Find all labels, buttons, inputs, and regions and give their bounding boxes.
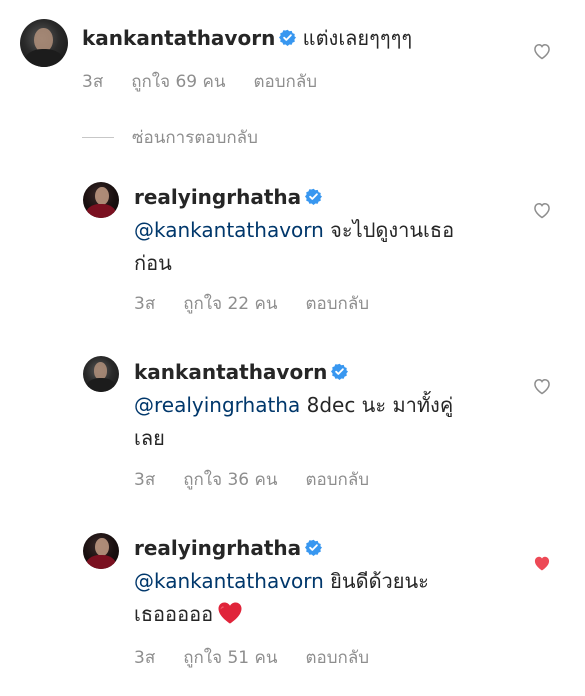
verified-badge-icon <box>331 363 349 380</box>
verified-badge-icon <box>305 188 323 205</box>
verified-badge-icon <box>305 539 323 556</box>
comment-text: realyingrhatha @kankantathavorn ยินดีด้ว… <box>134 532 514 631</box>
like-count[interactable]: ถูกใจ 36 คน <box>183 470 277 490</box>
username[interactable]: kankantathavorn <box>82 26 275 50</box>
reply-button[interactable]: ตอบกลับ <box>253 72 317 92</box>
heart-outline-icon[interactable] <box>532 376 552 396</box>
comment-text: kankantathavorn @realyingrhatha 8dec นะ … <box>134 356 514 455</box>
comment-meta: 3ส ถูกใจ 51 คน ตอบกลับ <box>134 644 397 671</box>
reply-button[interactable]: ตอบกลับ <box>305 470 369 490</box>
comment-text: realyingrhatha @kankantathavorn จะไปดูงา… <box>134 181 514 280</box>
mention-link[interactable]: @kankantathavorn <box>134 218 324 242</box>
comment-meta: 3ส ถูกใจ 22 คน ตอบกลับ <box>134 290 397 317</box>
avatar[interactable] <box>20 19 68 67</box>
hide-replies-toggle[interactable]: ซ่อนการตอบกลับ <box>82 124 258 151</box>
heart-filled-icon[interactable] <box>532 553 552 573</box>
avatar[interactable] <box>83 356 119 392</box>
reply-button[interactable]: ตอบกลับ <box>305 294 369 314</box>
hide-replies-label: ซ่อนการตอบกลับ <box>132 128 258 148</box>
divider-line <box>82 137 114 138</box>
comment-body-cont: เลย <box>134 426 165 450</box>
mention-link[interactable]: @realyingrhatha <box>134 393 300 417</box>
red-heart-emoji-icon <box>218 602 242 624</box>
username[interactable]: realyingrhatha <box>134 185 301 209</box>
timestamp[interactable]: 3ส <box>134 470 155 490</box>
verified-badge-icon <box>279 29 297 46</box>
comment-meta: 3ส ถูกใจ 36 คน ตอบกลับ <box>134 466 397 493</box>
comment-body: แต่งเลยๆๆๆๆ <box>302 26 413 50</box>
like-count[interactable]: ถูกใจ 69 คน <box>131 72 225 92</box>
comment-body-cont: เธอออออ <box>134 602 214 626</box>
comment-body: 8dec นะ มาทั้งคู่ <box>300 393 454 417</box>
username[interactable]: realyingrhatha <box>134 536 301 560</box>
heart-outline-icon[interactable] <box>532 41 552 61</box>
username[interactable]: kankantathavorn <box>134 360 327 384</box>
comment-meta: 3ส ถูกใจ 69 คน ตอบกลับ <box>82 68 345 95</box>
comment-body-cont: ก่อน <box>134 251 172 275</box>
comment-body: ยินดีด้วยนะ <box>323 569 429 593</box>
comment-body: จะไปดูงานเธอ <box>323 218 455 242</box>
avatar[interactable] <box>83 182 119 218</box>
timestamp[interactable]: 3ส <box>134 648 155 668</box>
timestamp[interactable]: 3ส <box>134 294 155 314</box>
reply-button[interactable]: ตอบกลับ <box>305 648 369 668</box>
mention-link[interactable]: @kankantathavorn <box>134 569 324 593</box>
heart-outline-icon[interactable] <box>532 200 552 220</box>
like-count[interactable]: ถูกใจ 22 คน <box>183 294 277 314</box>
avatar[interactable] <box>83 533 119 569</box>
comment-text: kankantathavorn แต่งเลยๆๆๆๆ <box>82 22 522 55</box>
timestamp[interactable]: 3ส <box>82 72 103 92</box>
like-count[interactable]: ถูกใจ 51 คน <box>183 648 277 668</box>
